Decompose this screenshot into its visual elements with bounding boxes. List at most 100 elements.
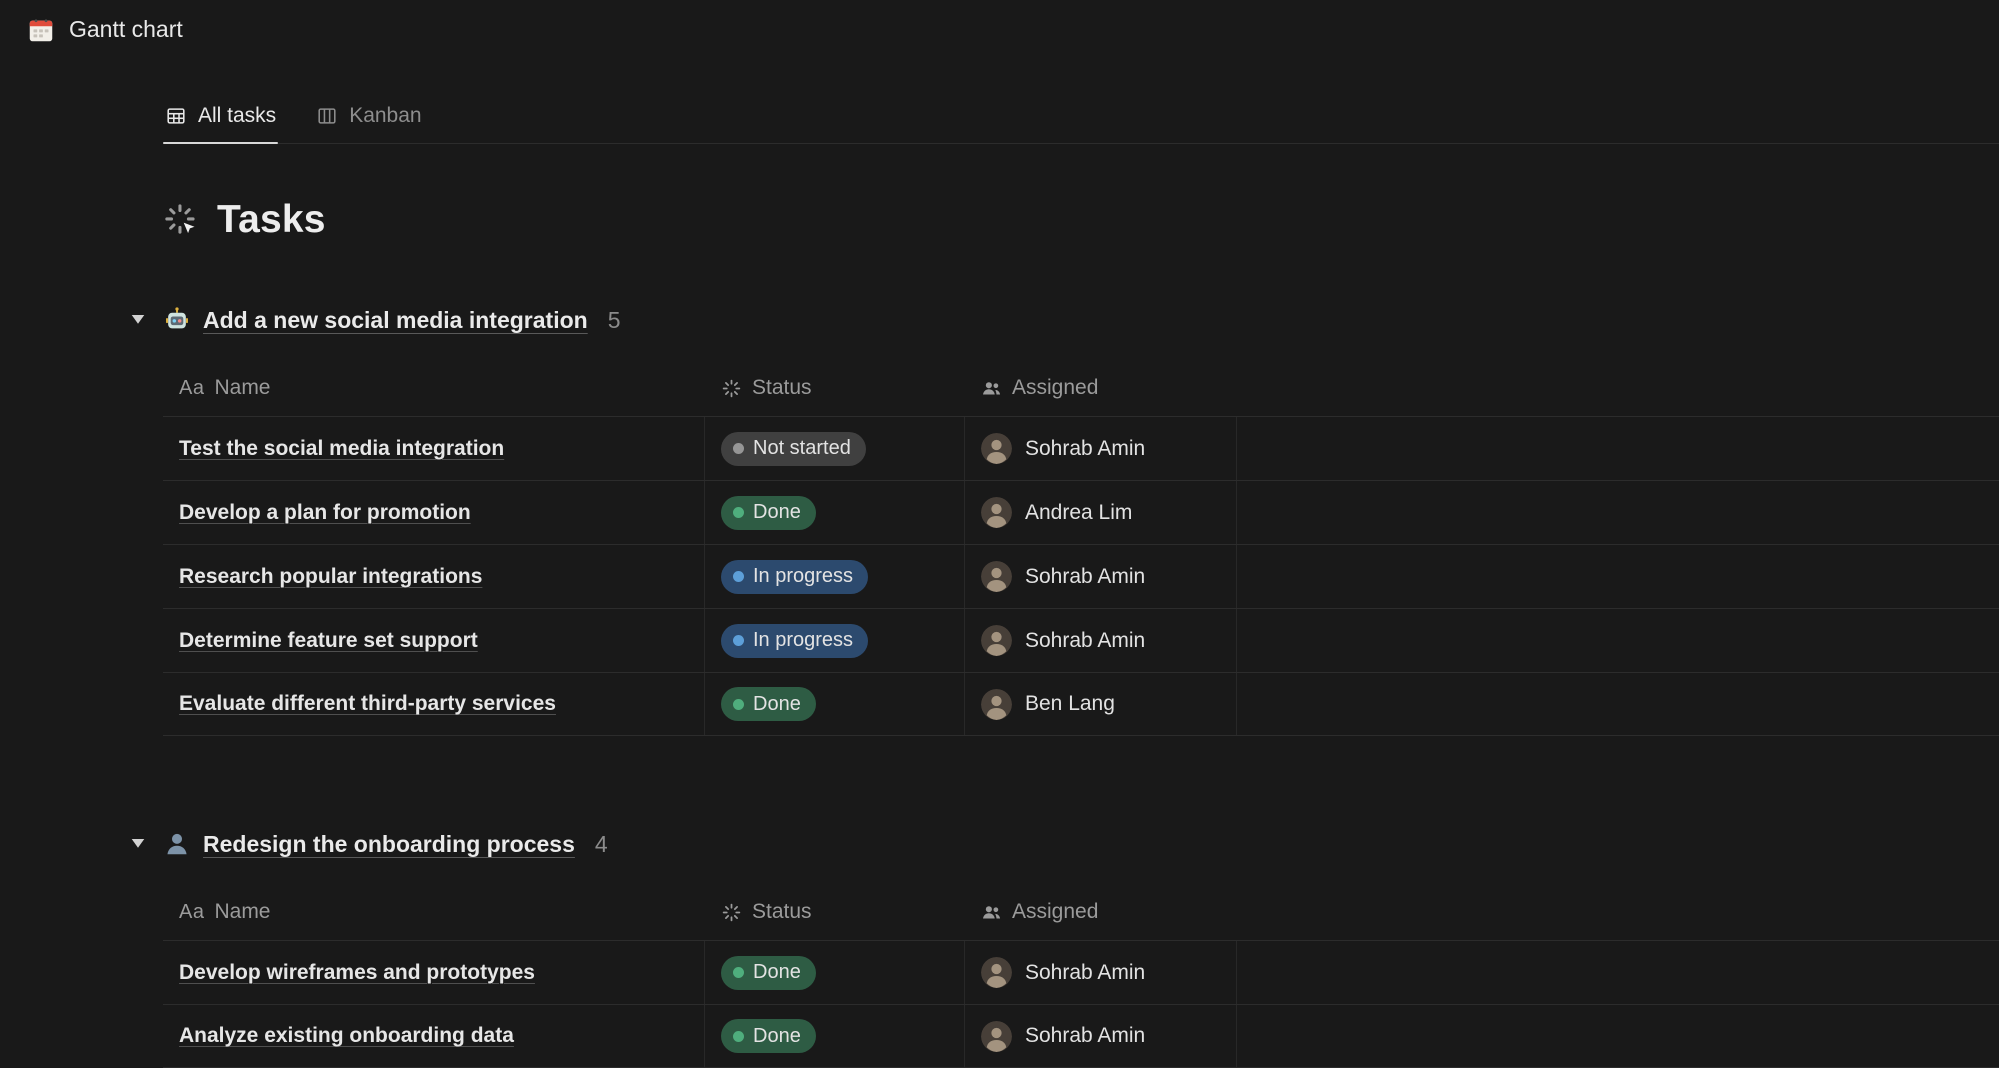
avatar	[981, 625, 1012, 656]
column-header-status[interactable]: Status	[705, 900, 965, 924]
task-status-cell[interactable]: Done	[705, 673, 965, 735]
task-name-cell[interactable]: Research popular integrations	[163, 545, 705, 608]
status-label: Done	[753, 501, 801, 524]
task-status-cell[interactable]: Not started	[705, 417, 965, 480]
group-header: Redesign the onboarding process 4	[163, 826, 1999, 862]
assignee[interactable]: Andrea Lim	[981, 497, 1132, 528]
page-title-breadcrumb[interactable]: Gantt chart	[69, 16, 183, 43]
empty-cell	[1237, 417, 1999, 480]
table-header-row: Aa Name Status	[163, 884, 1999, 940]
people-icon	[981, 378, 1002, 399]
assignee-name: Andrea Lim	[1025, 501, 1132, 525]
task-name[interactable]: Evaluate different third-party services	[179, 692, 556, 716]
task-assigned-cell[interactable]: Sohrab Amin	[965, 1005, 1237, 1067]
empty-cell	[1237, 609, 1999, 672]
assignee[interactable]: Sohrab Amin	[981, 1021, 1145, 1052]
column-label: Name	[214, 376, 270, 400]
group-header: Add a new social media integration 5	[163, 302, 1999, 338]
status-dot-icon	[733, 443, 744, 454]
task-assigned-cell[interactable]: Sohrab Amin	[965, 941, 1237, 1004]
task-name-cell[interactable]: Develop a plan for promotion	[163, 481, 705, 544]
task-assigned-cell[interactable]: Sohrab Amin	[965, 609, 1237, 672]
empty-cell	[1237, 941, 1999, 1004]
task-status-cell[interactable]: Done	[705, 941, 965, 1004]
status-pill[interactable]: Done	[721, 496, 816, 530]
task-name[interactable]: Analyze existing onboarding data	[179, 1024, 514, 1048]
status-pill[interactable]: Done	[721, 687, 816, 721]
column-label: Status	[752, 900, 812, 924]
assignee-name: Sohrab Amin	[1025, 629, 1145, 653]
column-header-name[interactable]: Aa Name	[163, 376, 705, 400]
task-name[interactable]: Develop wireframes and prototypes	[179, 961, 535, 985]
avatar	[981, 497, 1012, 528]
status-pill[interactable]: In progress	[721, 624, 868, 658]
toggle-triangle-icon[interactable]	[130, 835, 146, 851]
toggle-triangle-icon[interactable]	[130, 311, 146, 327]
column-header-assigned[interactable]: Assigned	[965, 376, 1237, 400]
tasks-table: Aa Name Status	[163, 360, 1999, 736]
task-name[interactable]: Determine feature set support	[179, 629, 478, 653]
task-status-cell[interactable]: Done	[705, 1005, 965, 1067]
tab-kanban[interactable]: Kanban	[314, 98, 423, 143]
task-group: Redesign the onboarding process 4 Aa Nam…	[163, 826, 1999, 1068]
task-name-cell[interactable]: Determine feature set support	[163, 609, 705, 672]
task-status-cell[interactable]: In progress	[705, 545, 965, 608]
assignee[interactable]: Ben Lang	[981, 689, 1115, 720]
calendar-icon[interactable]	[26, 15, 56, 45]
task-name-cell[interactable]: Analyze existing onboarding data	[163, 1005, 705, 1067]
status-pill[interactable]: Done	[721, 956, 816, 990]
column-label: Status	[752, 376, 812, 400]
click-burst-icon	[163, 202, 200, 239]
column-header-name[interactable]: Aa Name	[163, 900, 705, 924]
assignee-name: Ben Lang	[1025, 692, 1115, 716]
task-name[interactable]: Test the social media integration	[179, 437, 504, 461]
assignee[interactable]: Sohrab Amin	[981, 561, 1145, 592]
group-title[interactable]: Add a new social media integration	[203, 307, 588, 334]
task-name[interactable]: Develop a plan for promotion	[179, 501, 471, 525]
table-row: Determine feature set support In progres…	[163, 608, 1999, 672]
table-row: Research popular integrations In progres…	[163, 544, 1999, 608]
board-icon	[316, 105, 338, 127]
empty-cell	[1237, 545, 1999, 608]
group-count: 4	[595, 831, 608, 858]
task-status-cell[interactable]: In progress	[705, 609, 965, 672]
column-header-status[interactable]: Status	[705, 376, 965, 400]
status-pill[interactable]: Done	[721, 1019, 816, 1053]
assignee[interactable]: Sohrab Amin	[981, 625, 1145, 656]
avatar	[981, 561, 1012, 592]
group-icon	[163, 830, 191, 858]
status-dot-icon	[733, 507, 744, 518]
column-label: Assigned	[1012, 900, 1098, 924]
task-assigned-cell[interactable]: Sohrab Amin	[965, 417, 1237, 480]
task-assigned-cell[interactable]: Ben Lang	[965, 673, 1237, 735]
collection-title: Tasks	[217, 198, 326, 242]
table-row: Analyze existing onboarding data Done So…	[163, 1004, 1999, 1068]
tasks-table: Aa Name Status	[163, 884, 1999, 1068]
column-header-assigned[interactable]: Assigned	[965, 900, 1237, 924]
tab-all-tasks[interactable]: All tasks	[163, 98, 278, 143]
assignee[interactable]: Sohrab Amin	[981, 957, 1145, 988]
table-row: Develop a plan for promotion Done Andrea…	[163, 480, 1999, 544]
assignee[interactable]: Sohrab Amin	[981, 433, 1145, 464]
status-label: Done	[753, 693, 801, 716]
status-pill[interactable]: Not started	[721, 432, 866, 466]
assignee-name: Sohrab Amin	[1025, 437, 1145, 461]
status-dot-icon	[733, 635, 744, 646]
people-icon	[981, 902, 1002, 923]
status-label: Done	[753, 1025, 801, 1048]
status-burst-icon	[721, 902, 742, 923]
task-name-cell[interactable]: Develop wireframes and prototypes	[163, 941, 705, 1004]
assignee-name: Sohrab Amin	[1025, 1024, 1145, 1048]
task-name-cell[interactable]: Test the social media integration	[163, 417, 705, 480]
status-label: In progress	[753, 565, 853, 588]
task-name-cell[interactable]: Evaluate different third-party services	[163, 673, 705, 735]
status-pill[interactable]: In progress	[721, 560, 868, 594]
assignee-name: Sohrab Amin	[1025, 565, 1145, 589]
empty-cell	[1237, 481, 1999, 544]
task-name[interactable]: Research popular integrations	[179, 565, 482, 589]
column-label: Name	[214, 900, 270, 924]
task-status-cell[interactable]: Done	[705, 481, 965, 544]
task-assigned-cell[interactable]: Sohrab Amin	[965, 545, 1237, 608]
task-assigned-cell[interactable]: Andrea Lim	[965, 481, 1237, 544]
group-title[interactable]: Redesign the onboarding process	[203, 831, 575, 858]
